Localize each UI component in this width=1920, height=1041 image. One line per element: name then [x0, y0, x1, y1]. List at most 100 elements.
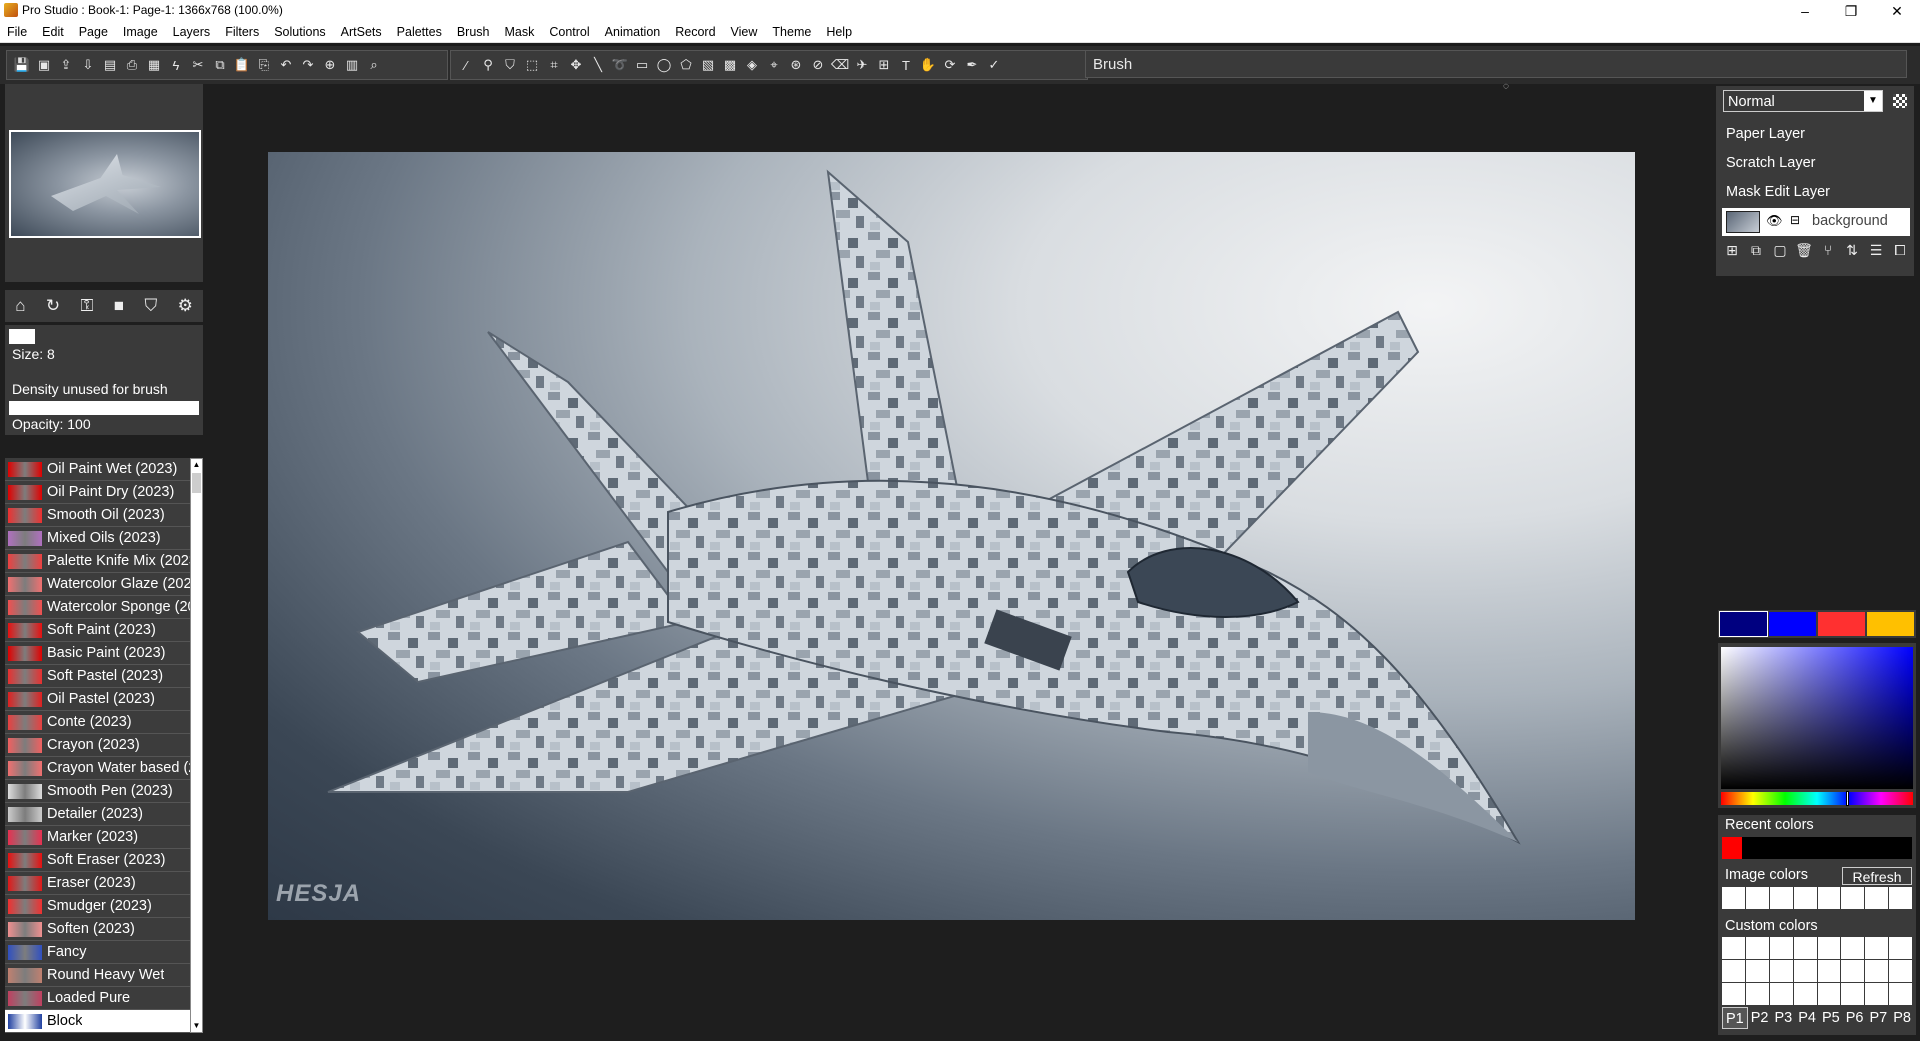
- brush-list-item[interactable]: Soft Eraser (2023): [5, 849, 190, 872]
- color-cell[interactable]: [1841, 887, 1865, 909]
- dropper-icon[interactable]: ⚲: [479, 56, 497, 74]
- brush-list-item[interactable]: Soft Paint (2023): [5, 619, 190, 642]
- brush-list-item[interactable]: Conte (2023): [5, 711, 190, 734]
- fill-icon[interactable]: ⛉: [144, 296, 157, 316]
- menu-brush[interactable]: Brush: [448, 22, 496, 42]
- export-icon[interactable]: ⇪: [57, 56, 75, 74]
- add-layer-icon[interactable]: ⊞: [1722, 242, 1742, 264]
- color-cell[interactable]: [1889, 983, 1912, 1005]
- brush-list-item[interactable]: Crayon (2023): [5, 734, 190, 757]
- hue-slider-handle[interactable]: [1846, 791, 1849, 806]
- color-cell[interactable]: [1769, 937, 1793, 959]
- color-cell[interactable]: [1793, 960, 1817, 982]
- marquee-icon[interactable]: ⬚: [523, 56, 541, 74]
- chevron-down-icon[interactable]: ▼: [1864, 91, 1882, 111]
- color-cell[interactable]: [1745, 960, 1769, 982]
- eraser-icon[interactable]: ⌫: [831, 56, 849, 74]
- scroll-thumb[interactable]: [192, 473, 201, 493]
- merge-icon[interactable]: ⑂: [1818, 242, 1838, 264]
- menu-filters[interactable]: Filters: [216, 22, 265, 42]
- color-cell[interactable]: [1793, 983, 1817, 1005]
- bucket-icon[interactable]: ⛉: [501, 56, 519, 74]
- hue-slider[interactable]: [1721, 792, 1913, 805]
- line-icon[interactable]: ╲: [589, 56, 607, 74]
- brush-color-swatch[interactable]: [9, 329, 35, 344]
- brush-list-item[interactable]: Palette Knife Mix (2023): [5, 550, 190, 573]
- menu-palettes[interactable]: Palettes: [388, 22, 448, 42]
- import-icon[interactable]: ⇩: [79, 56, 97, 74]
- brush-list-item[interactable]: Basic Paint (2023): [5, 642, 190, 665]
- rotate-icon[interactable]: ⟳: [941, 56, 959, 74]
- palette-page-tab[interactable]: P2: [1748, 1007, 1772, 1029]
- palette-page-tab[interactable]: P8: [1890, 1007, 1914, 1029]
- brush-list-item[interactable]: Soften (2023): [5, 918, 190, 941]
- duplicate-icon[interactable]: ⧉: [1746, 242, 1766, 264]
- color-cell[interactable]: [1722, 887, 1745, 909]
- color-cell[interactable]: [1722, 960, 1745, 982]
- menu-theme[interactable]: Theme: [763, 22, 817, 42]
- list-icon[interactable]: ☰: [1866, 242, 1886, 264]
- quick-color-swatch[interactable]: [1719, 611, 1768, 637]
- histogram-icon[interactable]: ▥: [343, 56, 361, 74]
- close-button[interactable]: ✕: [1874, 0, 1920, 22]
- recent-color-swatch[interactable]: [1722, 837, 1742, 859]
- crop-icon[interactable]: ⌗: [545, 56, 563, 74]
- redo-icon[interactable]: ↷: [299, 56, 317, 74]
- color-cell[interactable]: [1889, 937, 1912, 959]
- color-cell[interactable]: [1793, 887, 1817, 909]
- brush-list-item[interactable]: Oil Paint Wet (2023): [5, 458, 190, 481]
- brush-list-item[interactable]: Smudger (2023): [5, 895, 190, 918]
- menu-mask[interactable]: Mask: [495, 22, 540, 42]
- shape-icon[interactable]: ⬠: [677, 56, 695, 74]
- size-label[interactable]: Size: 8: [12, 346, 55, 362]
- color-cell[interactable]: [1745, 983, 1769, 1005]
- brush-list-item[interactable]: Oil Paint Dry (2023): [5, 481, 190, 504]
- brush-list-item[interactable]: Block: [5, 1010, 190, 1033]
- document-icon[interactable]: ▤: [101, 56, 119, 74]
- color-cell[interactable]: [1745, 937, 1769, 959]
- layer-paper[interactable]: Paper Layer: [1726, 126, 1805, 142]
- color-cell[interactable]: [1865, 960, 1889, 982]
- brush-list-item[interactable]: Oil Pastel (2023): [5, 688, 190, 711]
- zoom-icon[interactable]: ⊕: [321, 56, 339, 74]
- color-cell[interactable]: [1865, 887, 1889, 909]
- color-cell[interactable]: [1793, 937, 1817, 959]
- menu-page[interactable]: Page: [70, 22, 114, 42]
- brush-list-item[interactable]: Crayon Water based (2023): [5, 757, 190, 780]
- brush-list-item[interactable]: Loaded Pure: [5, 987, 190, 1010]
- lasso-icon[interactable]: ➰: [611, 56, 629, 74]
- color-cell[interactable]: [1841, 937, 1865, 959]
- airbrush-icon[interactable]: ✈: [853, 56, 871, 74]
- color-cell[interactable]: [1817, 983, 1841, 1005]
- menu-file[interactable]: File: [0, 22, 33, 42]
- delete-icon[interactable]: 🗑: [1794, 242, 1814, 264]
- color-cell[interactable]: [1841, 983, 1865, 1005]
- palette-page-tab[interactable]: P5: [1819, 1007, 1843, 1029]
- layer-mask-edit[interactable]: Mask Edit Layer: [1726, 184, 1830, 200]
- brush-list-item[interactable]: Mixed Oils (2023): [5, 527, 190, 550]
- brush-list-item[interactable]: Eraser (2023): [5, 872, 190, 895]
- palette-page-tab[interactable]: P1: [1722, 1007, 1748, 1029]
- palette-page-tab[interactable]: P7: [1867, 1007, 1891, 1029]
- open-icon[interactable]: ⌂: [15, 296, 25, 316]
- refresh-button[interactable]: Refresh: [1842, 867, 1912, 885]
- brush-list-item[interactable]: Watercolor Glaze (2023): [5, 573, 190, 596]
- save-icon[interactable]: 💾: [13, 56, 31, 74]
- mesh-icon[interactable]: ◈: [743, 56, 761, 74]
- hand-icon[interactable]: ✋: [919, 56, 937, 74]
- cut-icon[interactable]: ✂: [189, 56, 207, 74]
- menu-view[interactable]: View: [722, 22, 764, 42]
- cursor-icon[interactable]: ✓: [985, 56, 1003, 74]
- layers-icon[interactable]: ▦: [145, 56, 163, 74]
- quick-color-swatch[interactable]: [1867, 612, 1914, 636]
- palette-page-tab[interactable]: P6: [1843, 1007, 1867, 1029]
- ellipse-icon[interactable]: ◯: [655, 56, 673, 74]
- blend-mode-select[interactable]: Normal ▼: [1723, 90, 1883, 112]
- menu-edit[interactable]: Edit: [33, 22, 70, 42]
- menu-artsets[interactable]: ArtSets: [332, 22, 388, 42]
- move-icon[interactable]: ✥: [567, 56, 585, 74]
- brush-list-item[interactable]: Marker (2023): [5, 826, 190, 849]
- text-icon[interactable]: T: [897, 56, 915, 74]
- layer-scratch[interactable]: Scratch Layer: [1726, 155, 1815, 171]
- save-as-icon[interactable]: ▣: [35, 56, 53, 74]
